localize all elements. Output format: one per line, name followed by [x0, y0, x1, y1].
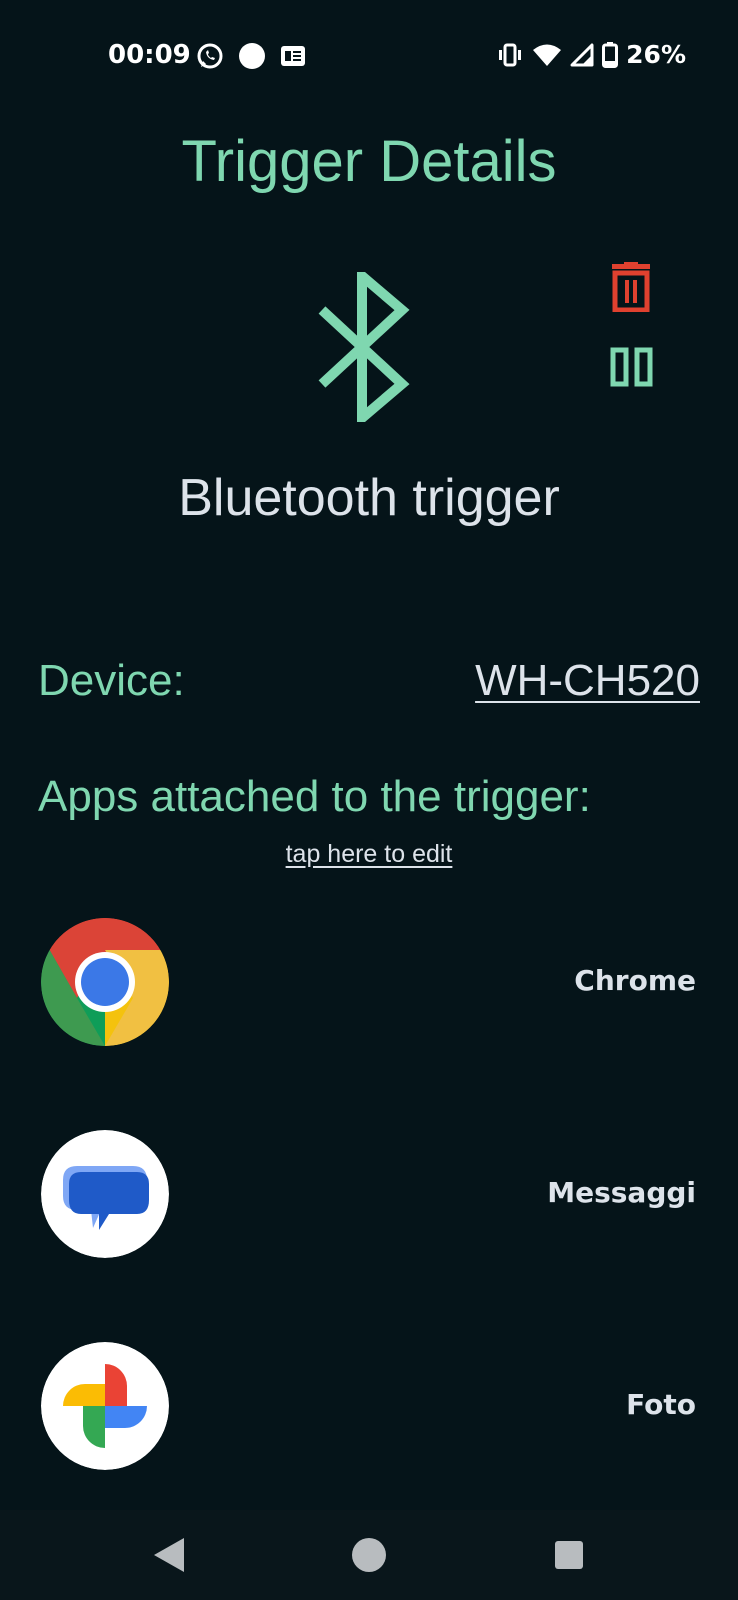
- device-value-link[interactable]: WH-CH520: [475, 656, 700, 706]
- apps-heading: Apps attached to the trigger:: [38, 772, 591, 821]
- messages-icon: [41, 1130, 169, 1258]
- app-row-messaggi[interactable]: Messaggi: [0, 1130, 738, 1258]
- home-icon[interactable]: [346, 1532, 392, 1578]
- pause-button[interactable]: [610, 347, 654, 387]
- app-row-foto[interactable]: Foto: [0, 1342, 738, 1470]
- app-name: Foto: [626, 1388, 696, 1421]
- edit-apps-link[interactable]: tap here to edit: [0, 840, 738, 869]
- status-time: 00:09: [108, 40, 191, 70]
- photos-icon: [41, 1342, 169, 1470]
- status-icons-right: 26%: [496, 40, 686, 69]
- battery-icon: [602, 41, 619, 68]
- trigger-name: Bluetooth trigger: [178, 469, 560, 527]
- status-icons-left: [196, 42, 306, 70]
- dot-icon: [239, 43, 265, 69]
- signal-icon: [570, 43, 594, 66]
- app-name: Chrome: [574, 964, 696, 997]
- delete-button[interactable]: [608, 262, 654, 312]
- back-icon[interactable]: [146, 1532, 192, 1578]
- navigation-bar: [0, 1510, 738, 1600]
- bluetooth-icon: [318, 272, 410, 422]
- vibrate-icon: [499, 43, 522, 66]
- news-icon: [281, 46, 305, 66]
- recents-icon[interactable]: [546, 1532, 592, 1578]
- battery-percent: 26%: [626, 40, 686, 69]
- app-name: Messaggi: [547, 1176, 696, 1209]
- app-row-chrome[interactable]: Chrome: [0, 918, 738, 1046]
- wifi-icon: [533, 44, 562, 66]
- device-label: Device:: [38, 656, 185, 705]
- page-title: Trigger Details: [181, 129, 557, 194]
- chrome-icon: [41, 918, 169, 1046]
- whatsapp-icon: [197, 43, 223, 69]
- status-bar: 00:09 26%: [0, 0, 738, 112]
